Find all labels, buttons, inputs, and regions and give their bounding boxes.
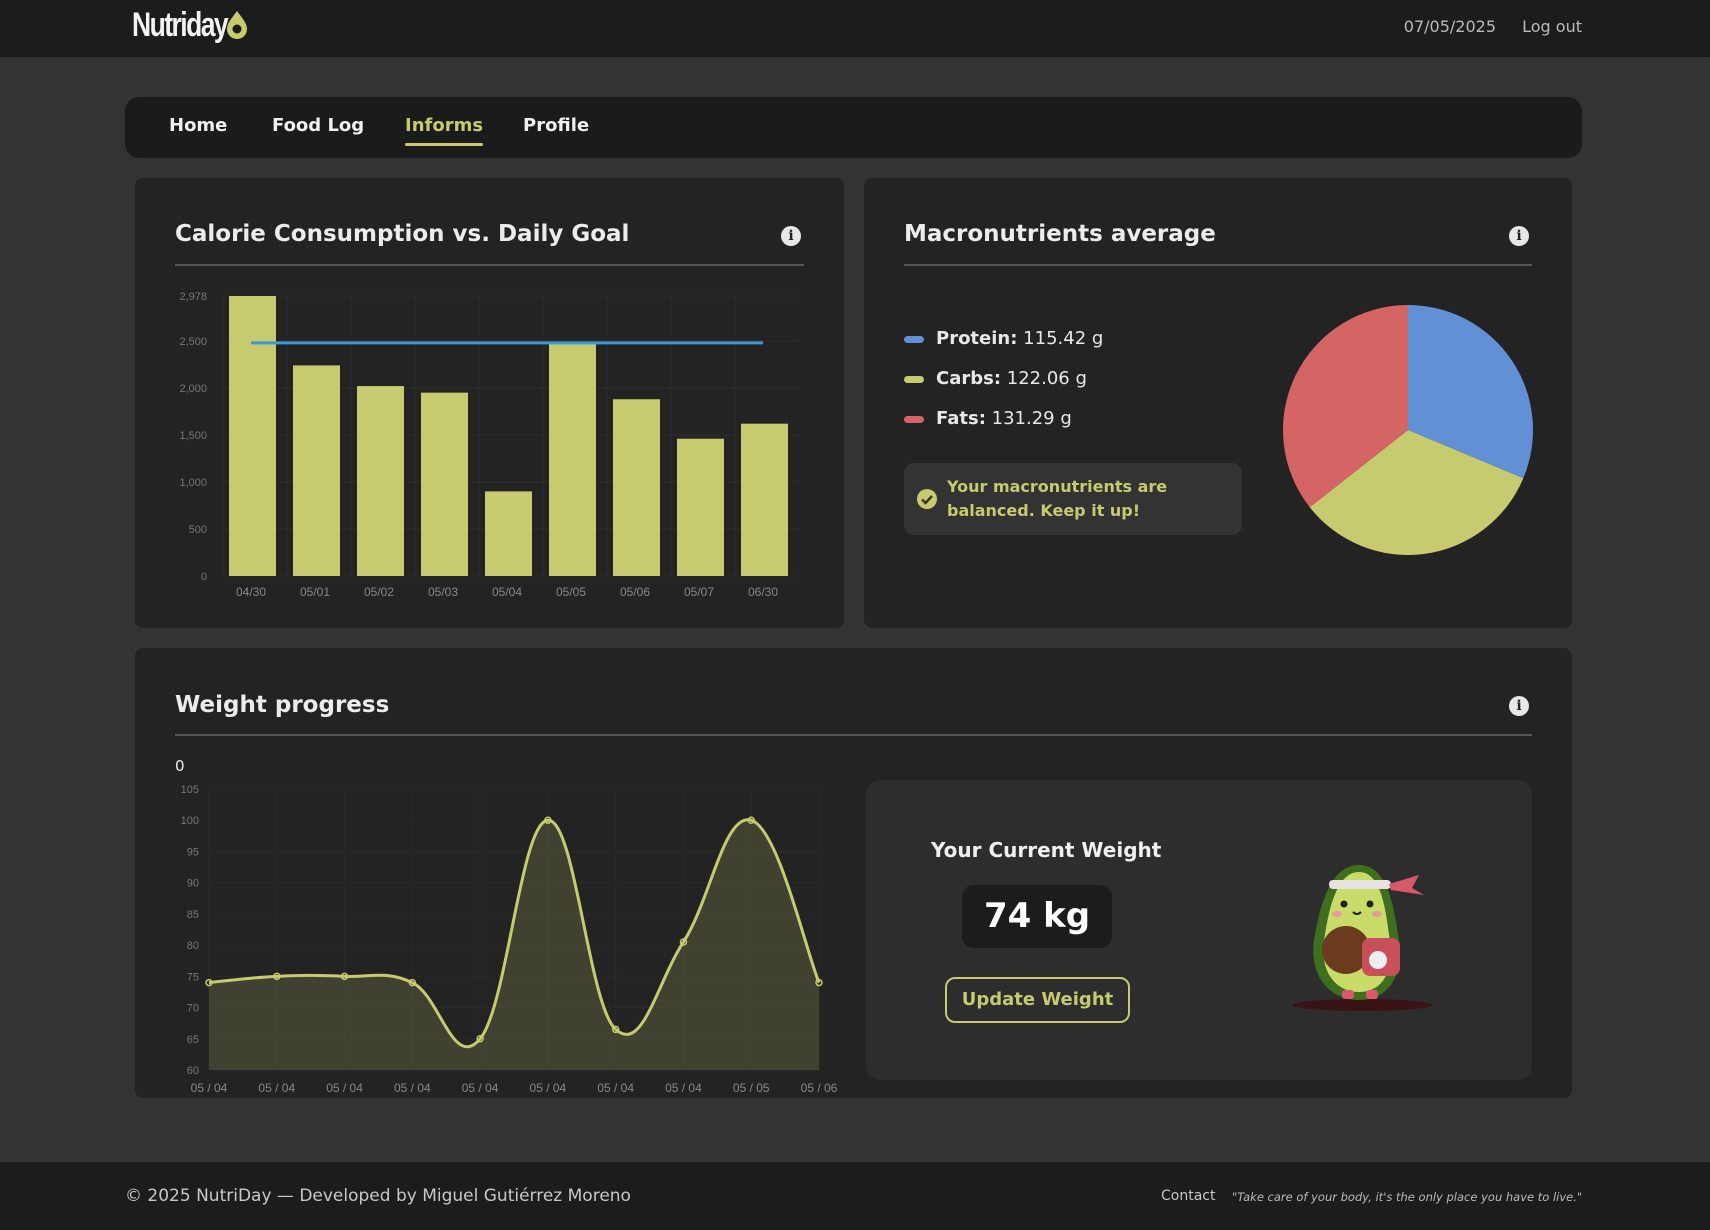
divider — [175, 734, 1532, 736]
x-tick-label: 05/01 — [300, 585, 330, 599]
x-tick-label: 05 / 04 — [258, 1081, 295, 1095]
current-weight-value: 74 kg — [962, 885, 1112, 948]
y-tick-label: 1,500 — [179, 430, 207, 442]
protein-value: 115.42 g — [1023, 328, 1104, 349]
footer: © 2025 NutriDay — Developed by Miguel Gu… — [0, 1162, 1710, 1230]
x-tick-label: 05 / 05 — [733, 1081, 770, 1095]
calorie-card: Calorie Consumption vs. Daily Goal i 0 50… — [135, 178, 844, 628]
x-tick-label: 05 / 04 — [665, 1081, 702, 1095]
nav-home[interactable]: Home — [169, 115, 227, 136]
y-tick-label: 500 — [189, 524, 207, 536]
x-tick-label: 05/03 — [428, 585, 458, 599]
y-tick-label: 100 — [181, 815, 199, 827]
nav-profile[interactable]: Profile — [523, 115, 589, 136]
carbs-value: 122.06 g — [1006, 368, 1087, 389]
x-tick-label: 05/05 — [556, 585, 586, 599]
x-tick-label: 05 / 04 — [462, 1081, 499, 1095]
y-tick-label: 2,978 — [179, 291, 207, 303]
bar — [677, 438, 724, 576]
avocado-logo-icon — [227, 11, 247, 39]
calorie-card-title: Calorie Consumption vs. Daily Goal — [175, 221, 630, 247]
x-tick-label: 05 / 04 — [326, 1081, 363, 1095]
y-tick-label: 0 — [201, 571, 207, 583]
bar — [357, 386, 404, 576]
logo[interactable]: Nutriday — [132, 6, 229, 45]
protein-label: Protein: — [936, 328, 1018, 349]
macro-pie-chart — [1283, 305, 1533, 555]
y-tick-label: 2,000 — [179, 383, 207, 395]
x-tick-label: 05 / 06 — [801, 1081, 838, 1095]
y-tick-label: 90 — [187, 878, 199, 890]
carbs-label: Carbs: — [936, 368, 1002, 389]
y-tick-label: 80 — [187, 940, 199, 952]
top-bar: Nutriday 07/05/2025 Log out — [0, 0, 1710, 57]
divider — [904, 264, 1532, 266]
chart-legend-value: 0 — [175, 757, 185, 775]
x-tick-label: 05 / 04 — [530, 1081, 567, 1095]
y-tick-label: 70 — [187, 1003, 199, 1015]
macro-card-title: Macronutrients average — [904, 221, 1216, 247]
current-weight-label: Your Current Weight — [931, 838, 1162, 862]
x-tick-label: 05/06 — [620, 585, 650, 599]
main-nav: Home Food Log Informs Profile — [125, 97, 1582, 158]
weight-line-chart: 60 65 70 75 80 85 90 95 100 105 05 / 04 05 / 04 05 /… — [181, 784, 838, 1095]
current-date: 07/05/2025 — [1403, 17, 1496, 36]
info-icon[interactable]: i — [1509, 696, 1529, 716]
bar — [549, 343, 596, 576]
fats-swatch — [904, 415, 924, 423]
x-tick-label: 05/02 — [364, 585, 394, 599]
y-tick-label: 65 — [187, 1034, 199, 1046]
y-tick-label: 85 — [187, 909, 199, 921]
avocado-mascot-icon — [1292, 865, 1432, 1011]
x-tick-label: 05 / 04 — [394, 1081, 431, 1095]
divider — [175, 264, 804, 266]
info-icon[interactable]: i — [1509, 226, 1529, 246]
y-tick-label: 2,500 — [179, 336, 207, 348]
nav-informs[interactable]: Informs — [405, 115, 484, 146]
bar — [485, 491, 532, 576]
carbs-swatch — [904, 375, 924, 383]
x-tick-label: 05/04 — [492, 585, 522, 599]
y-tick-label: 105 — [181, 784, 199, 796]
bar — [741, 423, 788, 576]
calorie-bar-chart: 0 500 1,000 1,500 2,000 2,500 2,978 04/30 05/01 0… — [179, 291, 799, 599]
nav-food-log[interactable]: Food Log — [272, 115, 364, 136]
legend-carbs: Carbs: 122.06 g — [904, 368, 1087, 389]
x-tick-label: 06/30 — [748, 585, 778, 599]
x-tick-label: 05/07 — [684, 585, 714, 599]
x-tick-label: 05 / 04 — [191, 1081, 228, 1095]
legend-fats: Fats: 131.29 g — [904, 408, 1072, 429]
weight-card-title: Weight progress — [175, 692, 390, 718]
footer-quote: "Take care of your body, it's the only p… — [1232, 1190, 1583, 1204]
fats-value: 131.29 g — [991, 408, 1072, 429]
update-weight-button[interactable]: Update Weight — [945, 977, 1130, 1023]
current-weight-panel: Your Current Weight 74 kg Update Weight — [866, 780, 1532, 1080]
protein-swatch — [904, 335, 924, 343]
balance-message: Your macronutrients are balanced. Keep i… — [904, 463, 1242, 535]
bar — [613, 399, 660, 576]
x-tick-label: 05 / 04 — [597, 1081, 634, 1095]
balance-message-text: Your macronutrients are balanced. Keep i… — [947, 477, 1168, 520]
bar — [421, 392, 468, 576]
check-circle-icon — [917, 489, 937, 509]
copyright: © 2025 NutriDay — Developed by Miguel Gu… — [125, 1186, 631, 1206]
contact-link[interactable]: Contact — [1161, 1188, 1215, 1204]
x-tick-label: 04/30 — [236, 585, 266, 599]
y-tick-label: 75 — [187, 971, 199, 983]
info-icon[interactable]: i — [781, 226, 801, 246]
y-tick-label: 60 — [187, 1065, 199, 1077]
bar — [293, 365, 340, 576]
y-tick-label: 95 — [187, 846, 199, 858]
bar — [229, 296, 276, 576]
legend-protein: Protein: 115.42 g — [904, 328, 1103, 349]
macronutrients-card: Macronutrients average i Protein: 115.42… — [864, 178, 1572, 628]
fats-label: Fats: — [936, 408, 986, 429]
y-tick-label: 1,000 — [179, 477, 207, 489]
logout-link[interactable]: Log out — [1522, 17, 1582, 36]
